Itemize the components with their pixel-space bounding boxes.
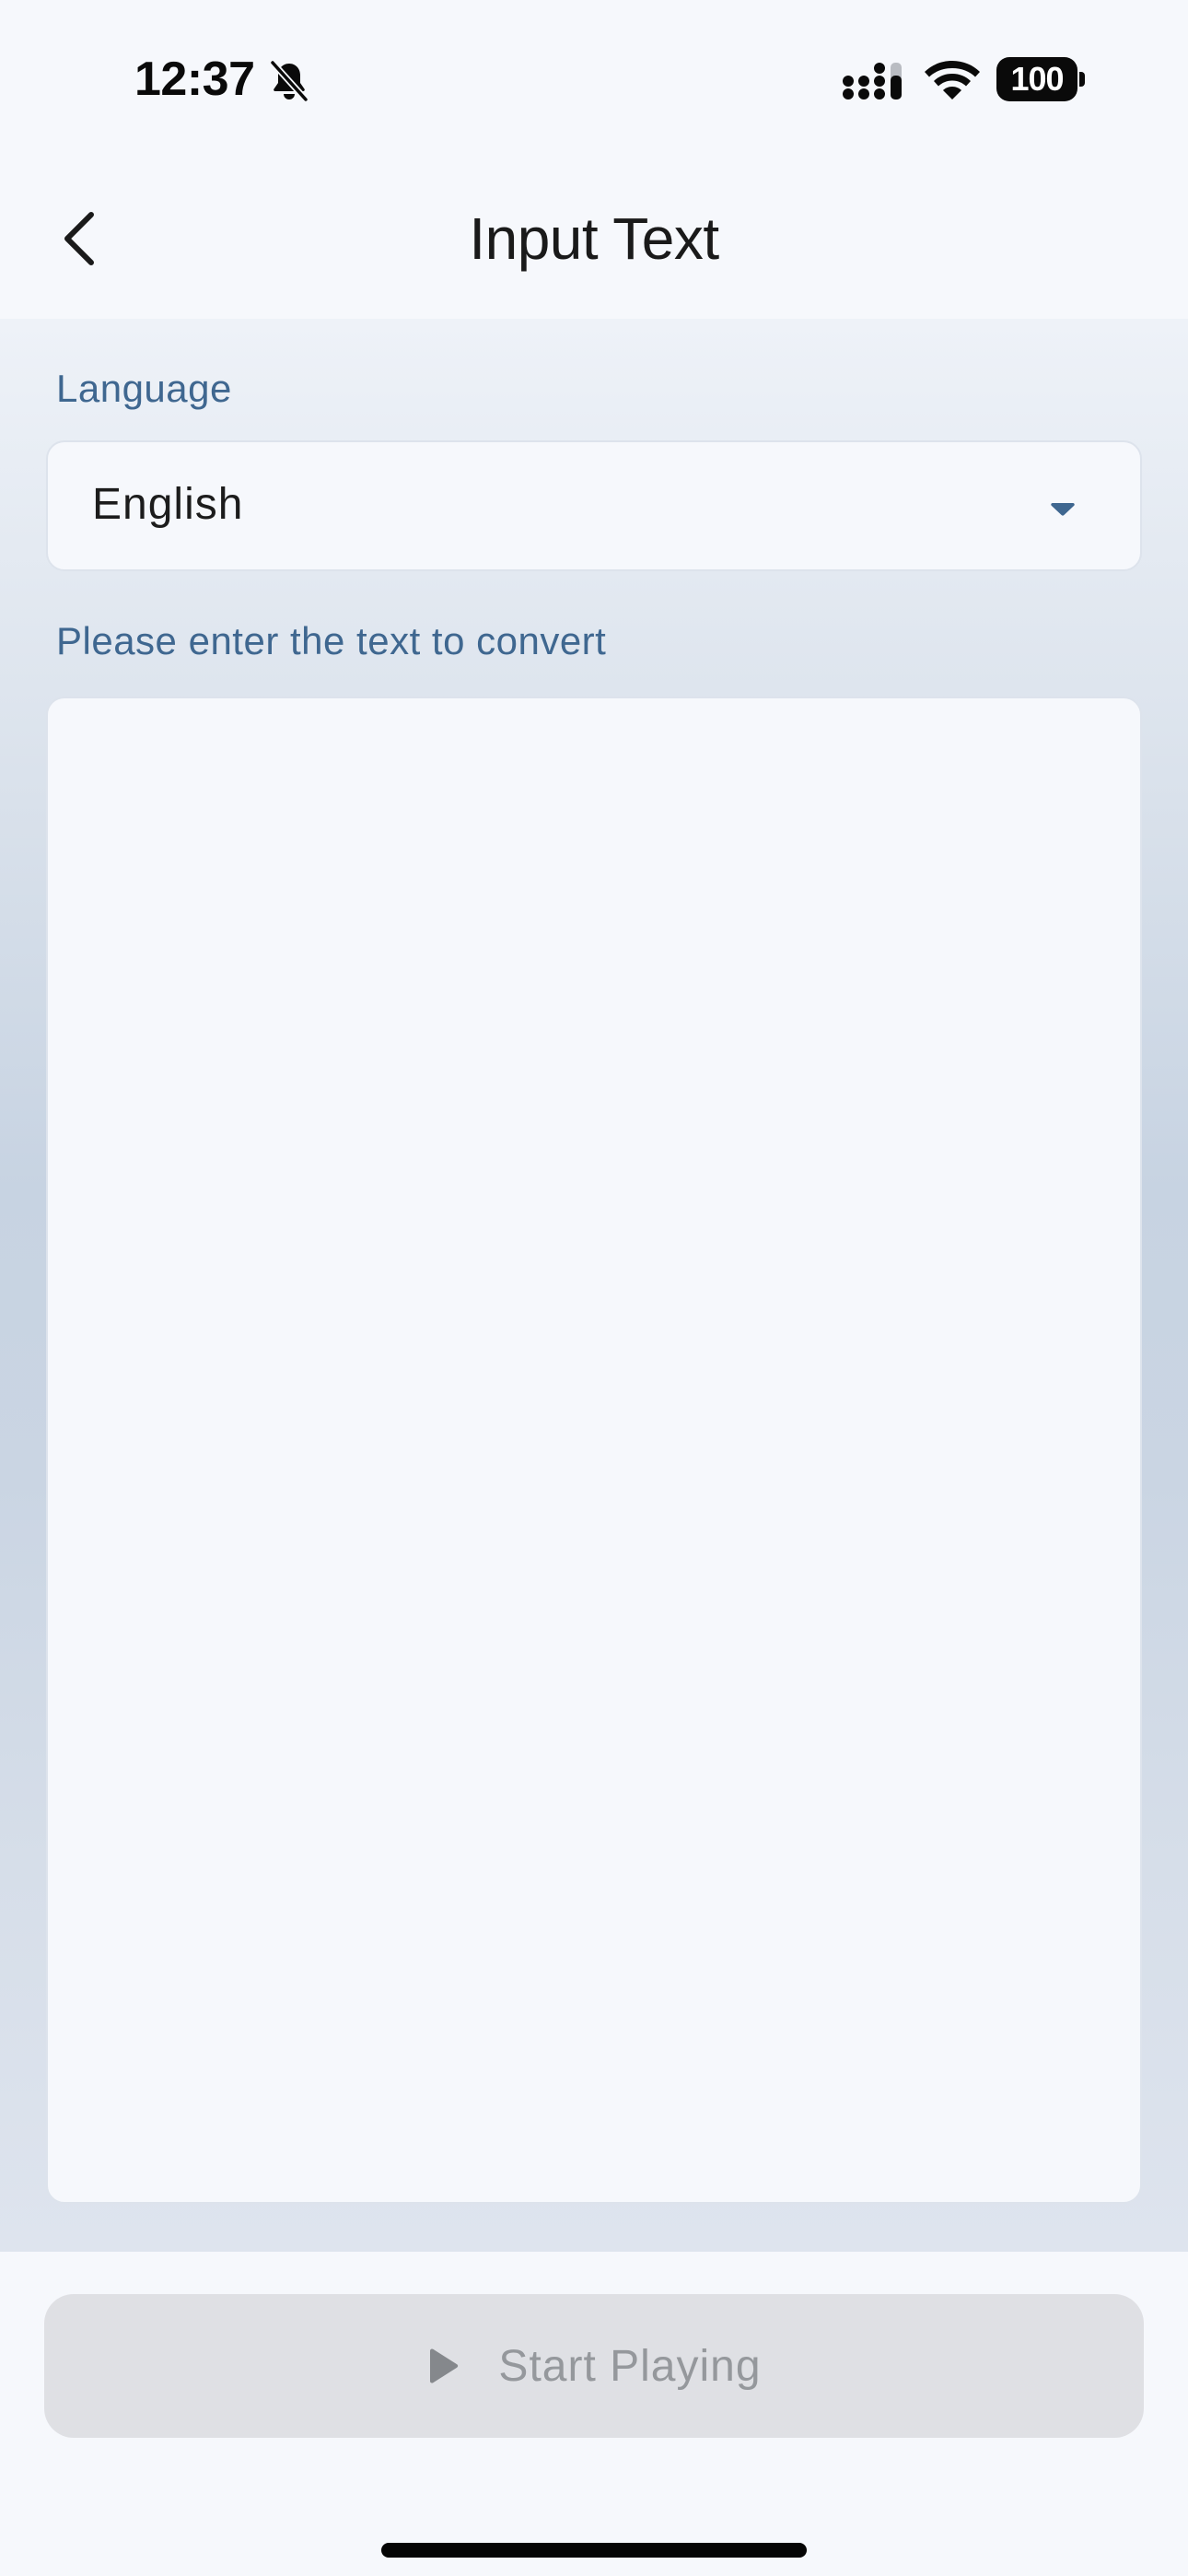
start-playing-button[interactable]: Start Playing — [44, 2294, 1144, 2438]
language-dropdown[interactable]: English — [46, 440, 1142, 571]
bottom-bar: Start Playing — [0, 2252, 1188, 2576]
battery-level: 100 — [996, 57, 1077, 101]
status-bar: 12:37 100 — [0, 0, 1188, 158]
start-playing-label: Start Playing — [498, 2341, 762, 2391]
text-input-label: Please enter the text to convert — [56, 619, 607, 662]
page-title: Input Text — [469, 205, 719, 272]
battery-icon: 100 — [996, 57, 1085, 101]
home-indicator[interactable] — [381, 2543, 807, 2558]
language-label: Language — [56, 367, 232, 410]
cellular-signal-icon — [843, 63, 902, 100]
caret-down-icon — [1051, 503, 1075, 516]
text-input-area[interactable] — [46, 697, 1142, 2204]
bell-slash-icon — [269, 59, 309, 103]
content-area: Language English Please enter the text t… — [0, 319, 1188, 2252]
status-time: 12:37 — [134, 53, 255, 106]
app-screen: 12:37 100 Input Text Language English Pl… — [0, 0, 1188, 2576]
battery-tip — [1079, 72, 1085, 87]
nav-header: Input Text — [0, 158, 1188, 319]
language-selected-value: English — [92, 480, 244, 529]
play-icon — [430, 2348, 459, 2383]
wifi-icon — [925, 61, 980, 100]
